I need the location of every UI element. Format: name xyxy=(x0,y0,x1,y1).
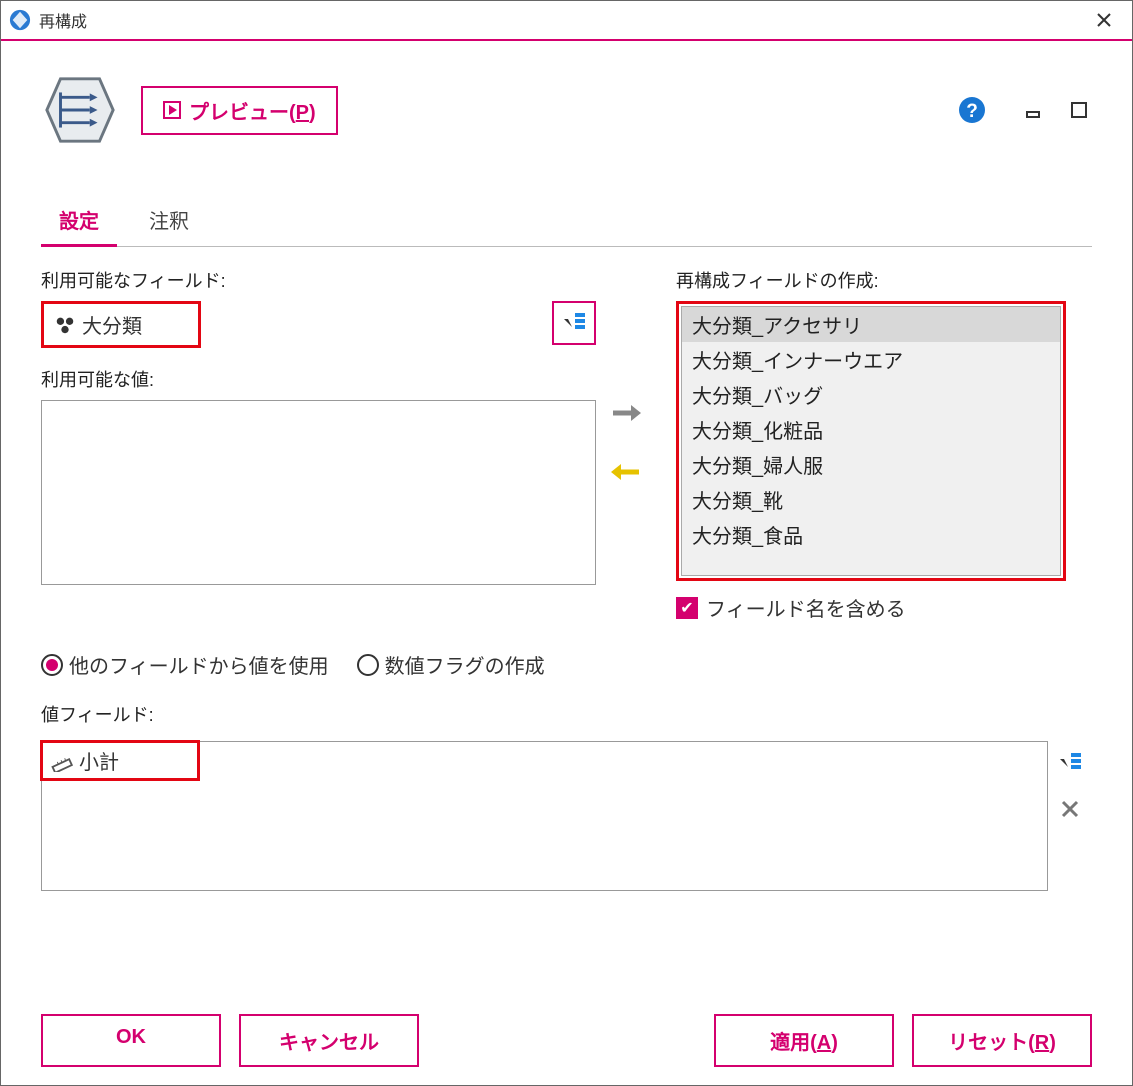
available-values-label: 利用可能な値: xyxy=(41,366,596,392)
continuous-type-icon xyxy=(51,750,73,772)
available-field-value: 大分類 xyxy=(82,310,142,339)
svg-text:?: ? xyxy=(966,101,978,122)
restructure-field-item[interactable]: 大分類_アクセサリ xyxy=(682,307,1060,342)
arrow-left-icon xyxy=(611,460,641,484)
restructure-field-item[interactable]: 大分類_化粧品 xyxy=(682,412,1060,447)
toolbar: プレビュー(P) ? xyxy=(1,41,1132,159)
include-field-name-checkbox[interactable]: ✔ フィールド名を含める xyxy=(676,593,1066,622)
available-fields-label: 利用可能なフィールド: xyxy=(41,267,596,293)
preview-label: プレビュー(P) xyxy=(189,96,316,125)
restructure-field-item[interactable]: 大分類_バッグ xyxy=(682,377,1060,412)
tabs: 設定 注釈 xyxy=(41,199,1092,247)
app-icon xyxy=(9,9,31,31)
value-field-remove-button[interactable] xyxy=(1050,791,1090,827)
button-bar: OK キャンセル 適用(A) リセット(R) xyxy=(1,1014,1132,1067)
value-field-value: 小計 xyxy=(79,746,119,775)
radio-use-other-field-label: 他のフィールドから値を使用 xyxy=(69,650,329,679)
help-icon[interactable]: ? xyxy=(958,96,986,124)
value-field-picker-button[interactable] xyxy=(1050,745,1090,781)
tab-content: 利用可能なフィールド: 大分類 xyxy=(1,247,1132,901)
tab-settings[interactable]: 設定 xyxy=(41,199,117,247)
add-field-button[interactable] xyxy=(611,401,641,432)
field-picker-icon xyxy=(1056,749,1084,777)
available-field-select[interactable]: 大分類 xyxy=(41,301,201,348)
include-field-name-label: フィールド名を含める xyxy=(706,593,906,622)
preview-button[interactable]: プレビュー(P) xyxy=(141,86,338,135)
restructure-field-item[interactable]: 大分類_婦人服 xyxy=(682,447,1060,482)
maximize-icon[interactable] xyxy=(1066,97,1092,123)
reset-button[interactable]: リセット(R) xyxy=(912,1014,1092,1067)
nominal-type-icon xyxy=(54,314,76,336)
restructure-field-item[interactable]: 大分類_インナーウエア xyxy=(682,342,1060,377)
create-restructure-fields-label: 再構成フィールドの作成: xyxy=(676,267,1066,293)
close-button[interactable] xyxy=(1084,0,1124,40)
play-icon xyxy=(163,101,181,119)
field-picker-button[interactable] xyxy=(552,301,596,345)
window-title: 再構成 xyxy=(39,8,1084,32)
minimize-icon[interactable] xyxy=(1020,97,1046,123)
close-icon xyxy=(1096,12,1112,28)
radio-use-other-field[interactable] xyxy=(41,654,63,676)
radio-numeric-flag[interactable] xyxy=(357,654,379,676)
titlebar: 再構成 xyxy=(1,1,1132,41)
cancel-button[interactable]: キャンセル xyxy=(239,1014,419,1067)
tab-annotation[interactable]: 注釈 xyxy=(131,199,207,246)
field-picker-icon xyxy=(560,309,588,337)
restructure-fields-list[interactable]: 大分類_アクセサリ大分類_インナーウエア大分類_バッグ大分類_化粧品大分類_婦人… xyxy=(676,301,1066,581)
value-field-item[interactable]: 小計 xyxy=(40,740,200,781)
restructure-field-item[interactable]: 大分類_食品 xyxy=(682,517,1060,552)
ok-button[interactable]: OK xyxy=(41,1014,221,1067)
arrow-right-icon xyxy=(611,401,641,425)
checkmark-icon: ✔ xyxy=(676,597,698,619)
apply-button[interactable]: 適用(A) xyxy=(714,1014,894,1067)
restructure-field-item[interactable]: 大分類_靴 xyxy=(682,482,1060,517)
value-field-list[interactable]: 小計 xyxy=(41,741,1048,891)
value-field-label: 値フィールド: xyxy=(41,701,1092,727)
available-values-list[interactable] xyxy=(41,400,596,585)
restructure-node-icon xyxy=(41,71,119,149)
restructure-dialog: 再構成 プレビュー(P) ? 設定 注釈 利用可能 xyxy=(0,0,1133,1086)
radio-numeric-flag-label: 数値フラグの作成 xyxy=(385,650,545,679)
remove-field-button[interactable] xyxy=(611,460,641,491)
remove-x-icon xyxy=(1060,799,1080,819)
